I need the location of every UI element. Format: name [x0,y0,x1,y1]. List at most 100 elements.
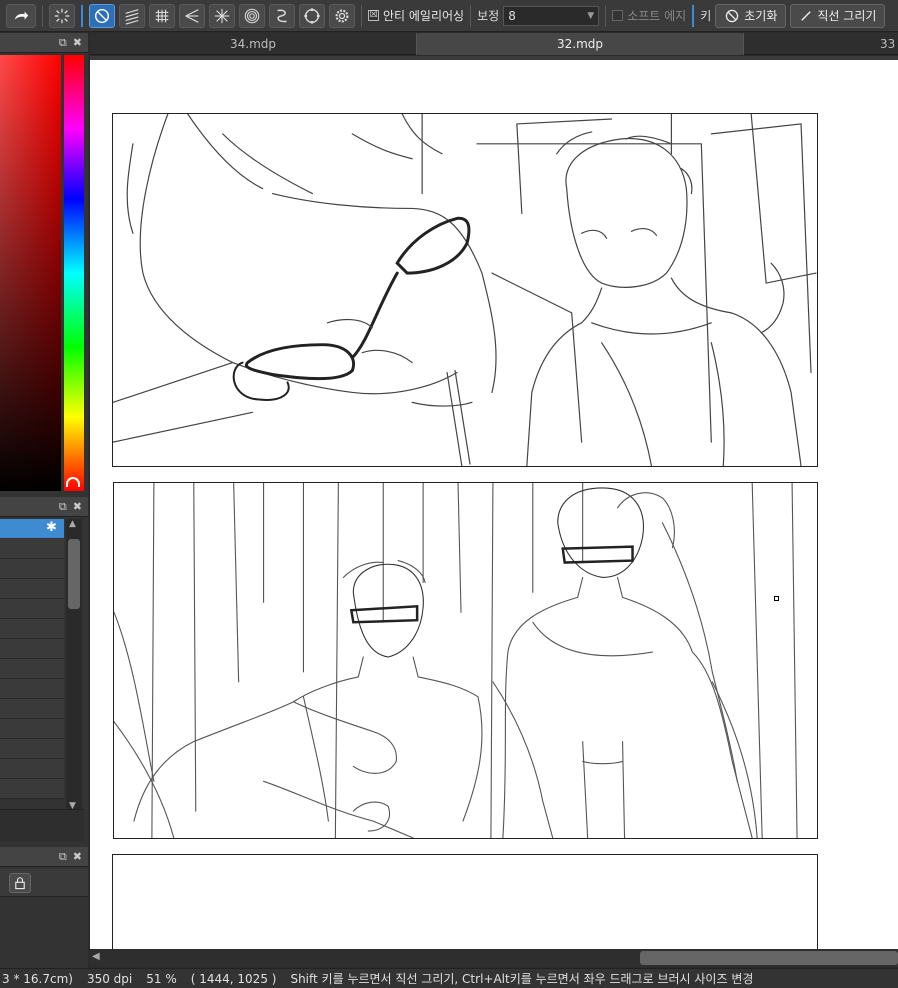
float-icon[interactable]: ⧉ [59,500,67,514]
toolbar-separator [692,4,695,27]
status-bar: 3 * 16.7cm) 350 dpi 51 % ( 1444, 1025 ) … [0,968,898,988]
brush-cursor [774,596,779,601]
spinner-button[interactable] [49,3,75,28]
panel-header: ⧉ ✖ [0,497,88,517]
sparkle-spinner-icon [54,8,70,23]
correction-label: 보정 [477,9,500,23]
toolbar-separator [81,4,83,27]
grid-icon [155,9,169,22]
toolbar-separator [42,4,43,27]
scroll-left-icon[interactable]: ◀ [92,951,100,962]
close-icon[interactable]: ✖ [73,36,82,49]
tab-33[interactable]: 33 [880,33,898,55]
dpi-text: 350 dpi [86,971,133,986]
cursor-coords-text: ( 1444, 1025 ) [190,971,277,986]
line-draw-button[interactable]: 직선 그리기 [790,3,886,28]
perspective-ruler-button[interactable] [179,3,205,28]
arrow-right-icon [14,11,29,20]
gear-icon[interactable]: ✱ [46,520,57,535]
zoom-text: 51 % [146,971,177,986]
layer-row[interactable] [0,599,64,619]
scroll-up-icon[interactable]: ▲ [69,519,76,529]
no-entry-icon [94,8,110,23]
comic-panel-1[interactable] [112,113,818,467]
manga-page[interactable] [90,60,898,949]
gear-icon [335,9,349,22]
app-window: ☒ 안티 에일리어싱 보정 8 ▼ 소프트 에지 키 초기화 직선 그리기 ⧉ [0,0,898,988]
canvas-horizontal-scrollbar[interactable]: ◀ [90,949,898,967]
slash-line-icon [801,10,812,21]
sketch-artwork [114,483,798,838]
correction-value: 8 [508,8,516,23]
scrollbar-thumb[interactable] [640,951,898,965]
lock-button[interactable] [9,873,31,893]
chevron-down-icon: ▼ [587,10,595,21]
toolbar-separator [605,4,607,27]
status-hint-text: Shift 키를 누르면서 직선 그리기, Ctrl+Alt키를 누르면서 좌우… [290,972,754,986]
antialias-option[interactable]: ☒ 안티 에일리어싱 [368,7,464,24]
layer-row[interactable] [0,639,64,659]
toolbar-separator [470,4,472,27]
perspective-icon [185,8,199,23]
line-draw-label: 직선 그리기 [817,9,877,23]
canvas-size-text: 3 * 16.7cm) [2,971,73,986]
canvas-area[interactable] [90,56,898,949]
panel-header: ⧉ ✖ [0,847,88,867]
parallel-ruler-button[interactable] [119,3,145,28]
parallel-lines-icon [125,8,139,25]
soft-edge-checkbox[interactable] [612,10,624,21]
document-tabs: 34.mdp 32.mdp 33 [90,33,898,55]
tab-32-mdp[interactable]: 32.mdp [416,33,744,55]
panel-header: ⧉ ✖ [0,33,88,53]
redo-arrow-button[interactable] [6,3,36,28]
correction-select[interactable]: 8 ▼ [503,5,600,26]
soft-edge-label: 소프트 에지 [627,9,687,23]
layer-row[interactable] [0,779,64,799]
saturation-value-picker[interactable] [0,55,61,491]
radial-burst-icon [214,8,230,23]
ruler-settings-button[interactable] [329,3,355,28]
layer-row[interactable] [0,559,64,579]
layer-row[interactable] [0,759,64,779]
float-icon[interactable]: ⧉ [59,850,67,864]
hue-slider-handle[interactable] [66,477,80,487]
tab-34-mdp[interactable]: 34.mdp [90,33,416,55]
antialias-label: 안티 에일리어싱 [383,9,465,23]
layer-row[interactable] [0,579,64,599]
scrollbar-thumb[interactable] [68,539,80,609]
hue-slider[interactable] [64,55,84,491]
close-icon[interactable]: ✖ [73,500,82,513]
comic-panel-2[interactable] [113,482,818,839]
color-panel: ⧉ ✖ [0,33,88,493]
layer-row[interactable] [0,539,64,559]
reset-label: 초기화 [744,9,778,23]
layer-row[interactable] [0,739,64,759]
layer-row[interactable] [0,659,64,679]
concentric-ruler-button[interactable] [239,3,265,28]
antialias-checkbox[interactable]: ☒ [368,10,379,21]
sketch-artwork [113,114,817,466]
close-icon[interactable]: ✖ [73,850,82,863]
left-dock: ⧉ ✖ ⧉ ✖ ✱ ▲ ▼ ⧉ ✖ [0,33,88,968]
layer-panel-footer [0,809,84,841]
soft-edge-option[interactable]: 소프트 에지 [612,7,686,24]
float-icon[interactable]: ⧉ [59,36,67,50]
layer-row[interactable] [0,679,64,699]
layer-row[interactable] [0,619,64,639]
radial-ruler-button[interactable] [209,3,235,28]
no-ruler-button[interactable] [89,3,115,28]
curve-ruler-icon [277,9,287,22]
concentric-circles-icon [244,8,260,23]
layer-row[interactable] [0,699,64,719]
circle-ruler-icon [304,7,320,24]
grid-ruler-button[interactable] [149,3,175,28]
layer-panel: ⧉ ✖ ✱ ▲ ▼ [0,497,88,842]
layer-row[interactable] [0,719,64,739]
curve-ruler-button[interactable] [269,3,295,28]
circle-ruler-button[interactable] [299,3,325,28]
lock-icon [15,877,25,890]
reset-button[interactable]: 초기화 [715,3,787,28]
comic-panel-3[interactable] [112,854,818,949]
layer-scrollbar[interactable]: ▲ ▼ [66,519,82,811]
navigator-panel: ⧉ ✖ [0,847,88,968]
